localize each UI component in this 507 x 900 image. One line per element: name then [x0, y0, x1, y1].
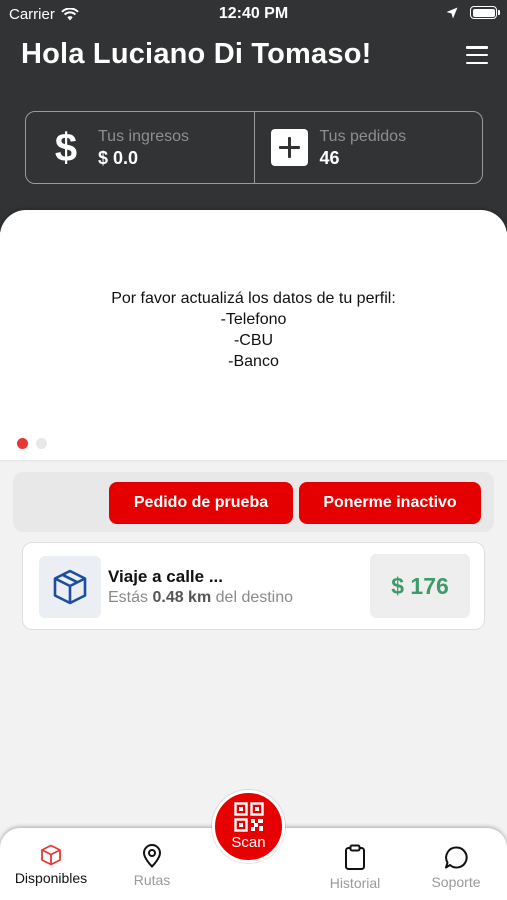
qr-code-icon — [233, 802, 264, 832]
package-icon — [39, 556, 101, 618]
carousel-pagination — [17, 438, 47, 449]
profile-update-message: Por favor actualizá los datos de tu perf… — [0, 288, 507, 372]
status-indicators — [446, 6, 500, 19]
info-carousel[interactable]: Por favor actualizá los datos de tu perf… — [0, 210, 507, 460]
map-pin-icon — [142, 844, 162, 868]
income-value: $ 0.0 — [98, 147, 139, 168]
message-line: Por favor actualizá los datos de tu perf… — [111, 290, 396, 307]
message-line: -CBU — [233, 332, 274, 349]
scan-button[interactable]: Scan — [212, 790, 285, 863]
income-label: Tus ingresos — [98, 127, 189, 145]
tab-available[interactable]: Disponibles — [1, 844, 101, 886]
message-line: -Telefono — [220, 311, 287, 328]
chat-bubble-icon — [444, 846, 468, 869]
hamburger-menu-icon[interactable] — [466, 46, 488, 64]
dollar-icon: $ — [54, 125, 78, 170]
order-title: Viaje a calle ... — [108, 567, 223, 586]
test-order-button[interactable]: Pedido de prueba — [109, 482, 293, 524]
order-card[interactable]: Viaje a calle ... Estás 0.48 km del dest… — [22, 542, 485, 630]
status-bar: Carrier 12:40 PM — [0, 0, 507, 28]
tab-history[interactable]: Historial — [305, 844, 405, 891]
scan-label: Scan — [231, 834, 266, 851]
distance-suffix: del destino — [215, 589, 294, 606]
tab-routes[interactable]: Rutas — [102, 844, 202, 888]
tab-label: Historial — [329, 875, 381, 891]
plus-box-icon — [270, 129, 308, 166]
stats-panel: $ Tus ingresos $ 0.0 Tus pedidos 46 — [25, 111, 483, 184]
clipboard-icon — [345, 844, 365, 870]
carousel-dot-active[interactable] — [17, 438, 28, 449]
message-line: -Banco — [228, 353, 279, 370]
tab-support[interactable]: Soporte — [406, 845, 506, 890]
go-inactive-button[interactable]: Ponerme inactivo — [299, 482, 481, 524]
header: Carrier 12:40 PM Hola Luciano Di Tomaso!… — [0, 0, 507, 232]
tab-label: Disponibles — [14, 870, 88, 886]
tab-label: Soporte — [431, 874, 481, 890]
order-distance: Estás 0.48 km del destino — [108, 589, 293, 607]
orders-label: Tus pedidos — [319, 127, 407, 145]
package-icon — [41, 844, 61, 866]
location-arrow-icon — [446, 7, 458, 18]
actions-bar: Pedido de prueba Ponerme inactivo — [13, 472, 494, 532]
distance-value: 0.48 km — [152, 589, 212, 606]
distance-prefix: Estás — [108, 589, 149, 606]
order-price: $ 176 — [370, 554, 470, 618]
tab-label: Rutas — [133, 872, 171, 888]
carousel-dot[interactable] — [36, 438, 47, 449]
orders-value: 46 — [319, 147, 340, 168]
income-stat: $ Tus ingresos $ 0.0 — [26, 112, 254, 183]
battery-icon — [470, 6, 500, 19]
page-title: Hola Luciano Di Tomaso! — [21, 38, 372, 70]
orders-stat: Tus pedidos 46 — [253, 112, 483, 183]
clock: 12:40 PM — [218, 5, 289, 22]
